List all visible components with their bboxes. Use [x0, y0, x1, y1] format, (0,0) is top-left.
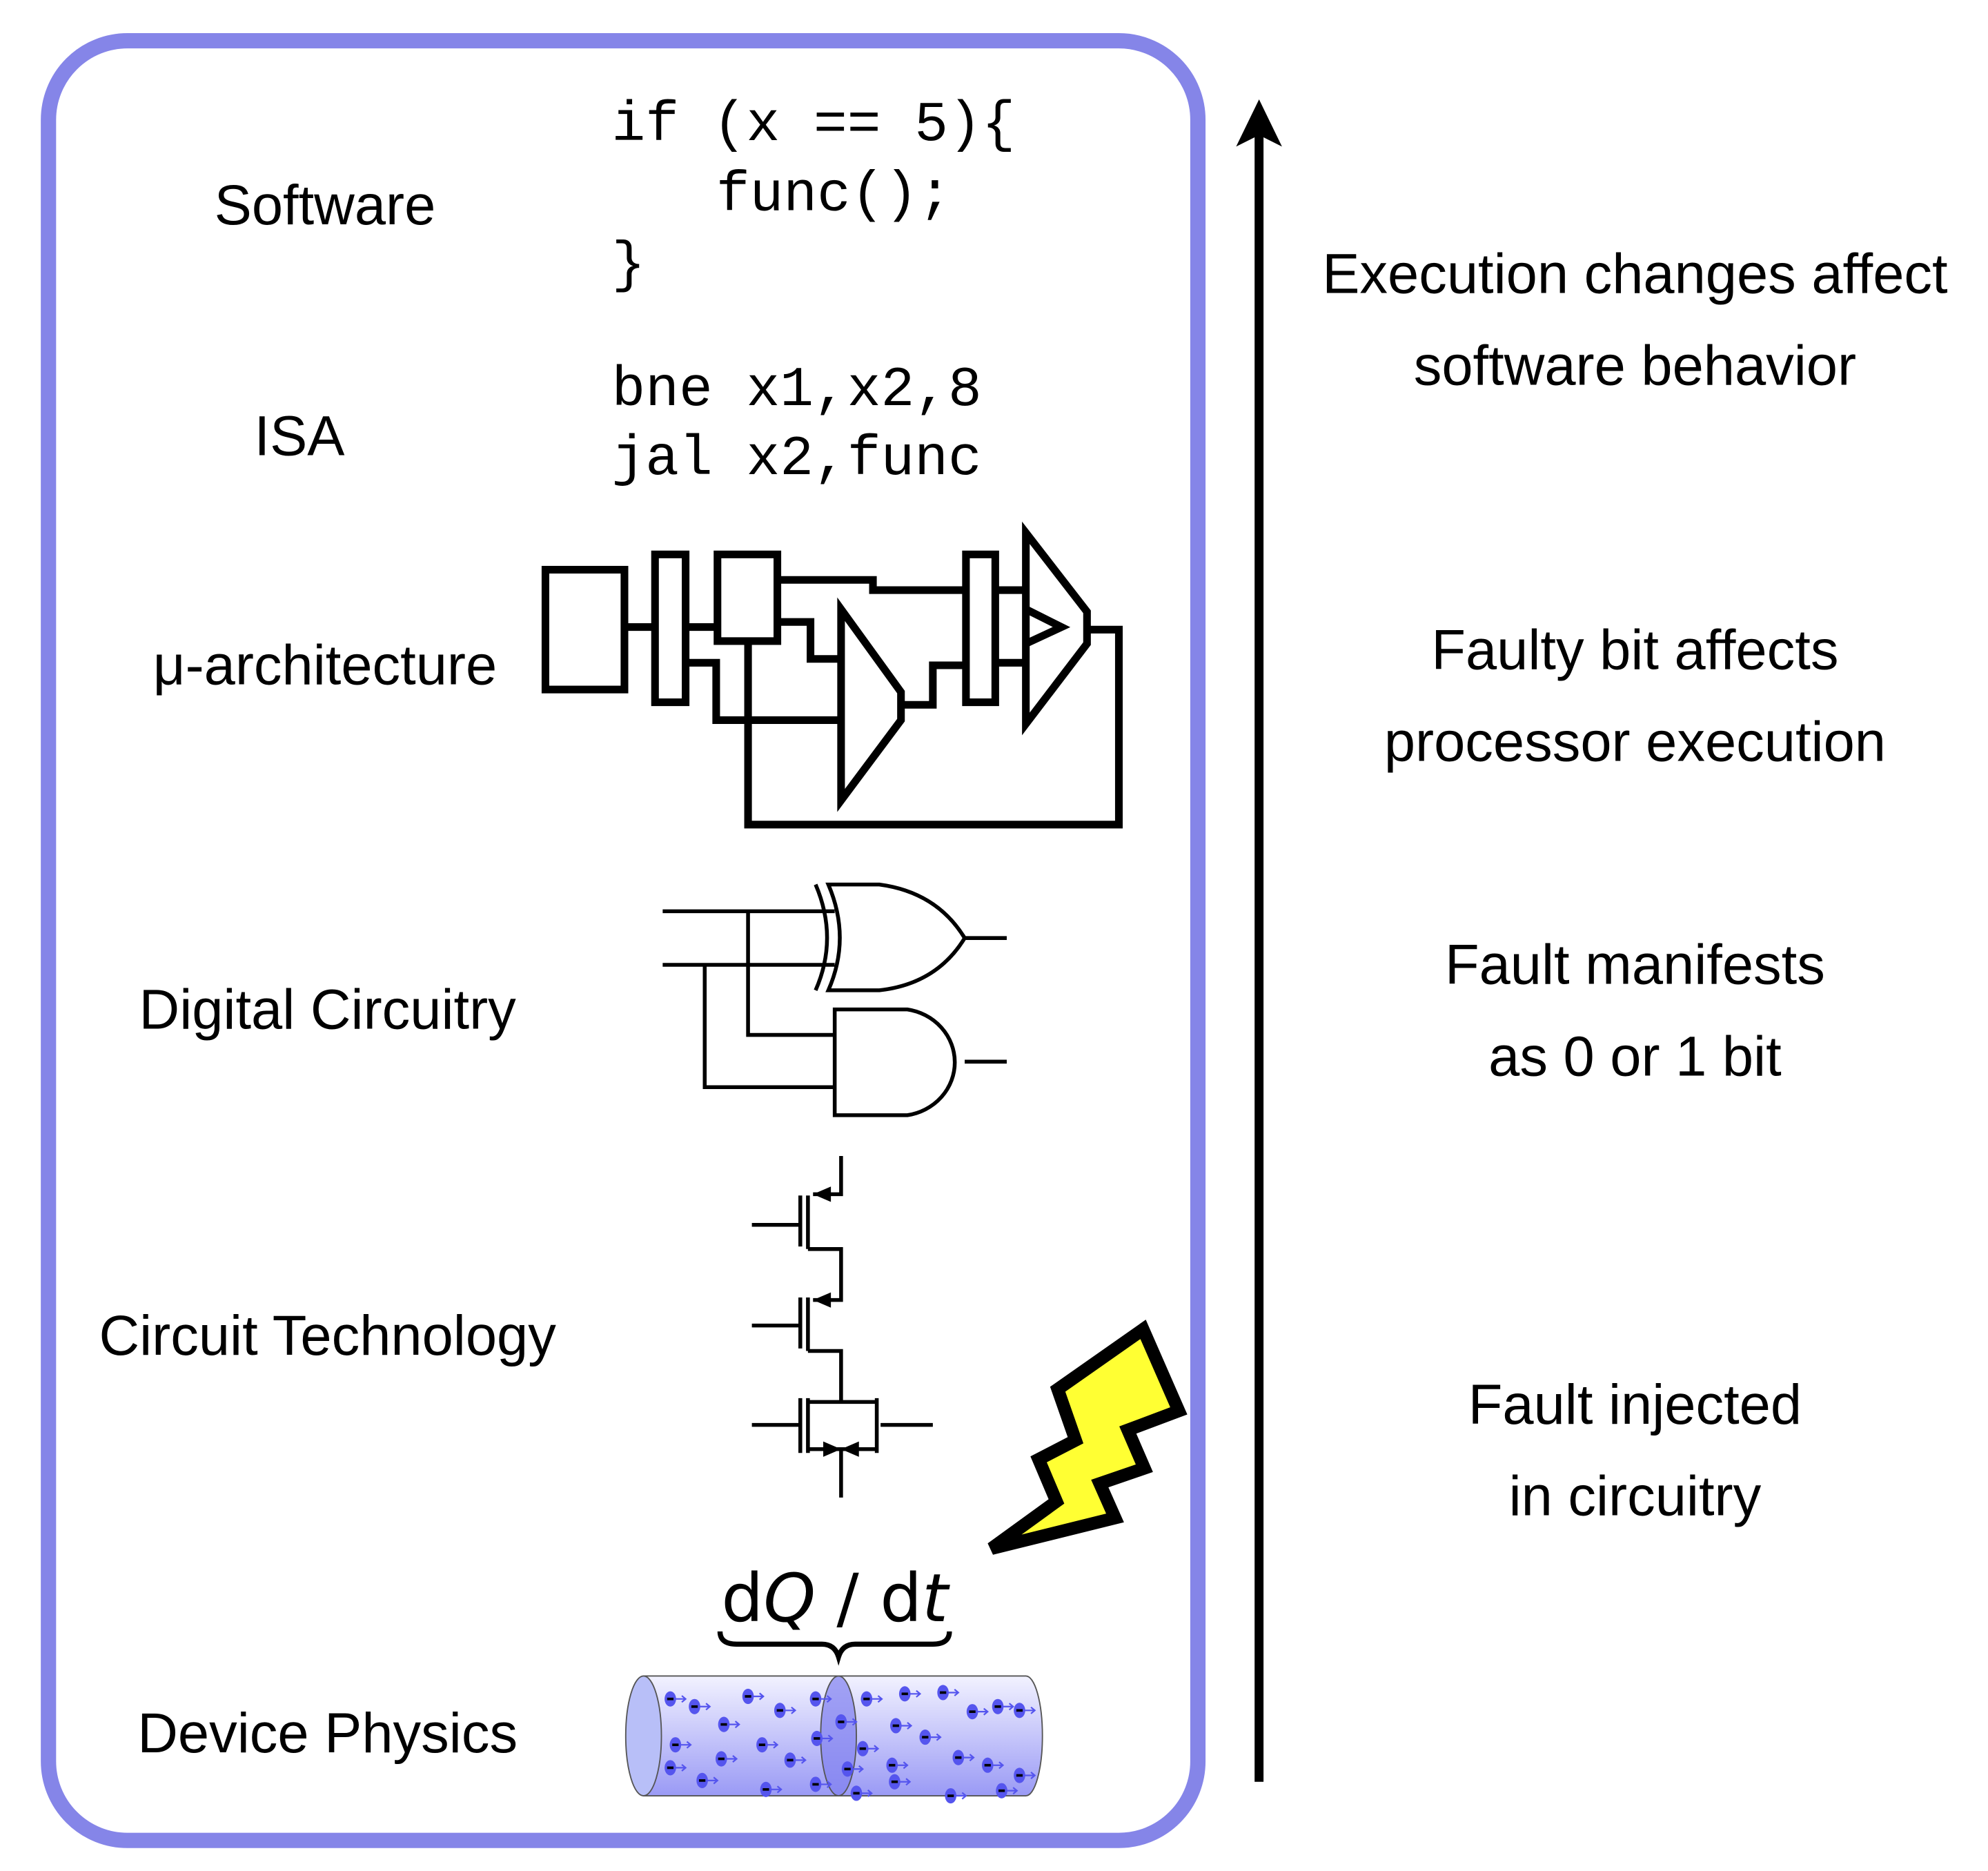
- microarchitecture-datapath: [541, 521, 1123, 829]
- description-execution: Execution changes affect software behavi…: [1322, 243, 1947, 398]
- description-faulty-bit: Faulty bit affects processor execution: [1384, 619, 1886, 774]
- code-line: }: [611, 234, 645, 297]
- description-line: Execution changes affect: [1322, 243, 1947, 306]
- software-code: if (x == 5){ func(); }: [611, 94, 1015, 297]
- layer-label-isa: ISA: [255, 404, 346, 467]
- description-line: in circuitry: [1509, 1465, 1762, 1528]
- layers-frame: [41, 33, 1206, 1848]
- description-fault-injected: Fault injected in circuitry: [1468, 1373, 1802, 1528]
- lightning-bolt-icon: [987, 1320, 1188, 1555]
- logic-gates: [662, 882, 1007, 1117]
- layer-label-microarchitecture: μ-architecture: [153, 634, 497, 697]
- code-line: bne x1,x2,8: [611, 359, 981, 422]
- layer-label-software: Software: [215, 174, 436, 237]
- code-line: func();: [716, 164, 952, 228]
- isa-code: bne x1,x2,8 jal x2,func: [611, 359, 981, 491]
- description-line: software behavior: [1414, 335, 1856, 398]
- description-line: Fault manifests: [1445, 934, 1825, 997]
- description-line: as 0 or 1 bit: [1488, 1026, 1782, 1088]
- code-line: if (x == 5){: [611, 94, 1015, 157]
- description-fault-manifests: Fault manifests as 0 or 1 bit: [1445, 934, 1825, 1088]
- transistor-stack: [751, 1155, 933, 1498]
- abstraction-layers-diagram: Software ISA μ-architecture Digital Circ…: [41, 33, 1948, 1848]
- code-line: jal x2,func: [611, 428, 981, 491]
- layer-label-circuit-technology: Circuit Technology: [99, 1304, 556, 1367]
- current-equation: dQ / dt: [721, 1560, 950, 1637]
- layer-label-device-physics: Device Physics: [137, 1702, 518, 1765]
- description-line: processor execution: [1384, 710, 1886, 773]
- description-line: Faulty bit affects: [1431, 619, 1838, 682]
- arrow-up-icon: [1236, 99, 1282, 1782]
- layer-label-digital-circuitry: Digital Circuitry: [139, 978, 517, 1041]
- conductor-wire: [624, 1675, 1043, 1804]
- description-line: Fault injected: [1468, 1373, 1802, 1436]
